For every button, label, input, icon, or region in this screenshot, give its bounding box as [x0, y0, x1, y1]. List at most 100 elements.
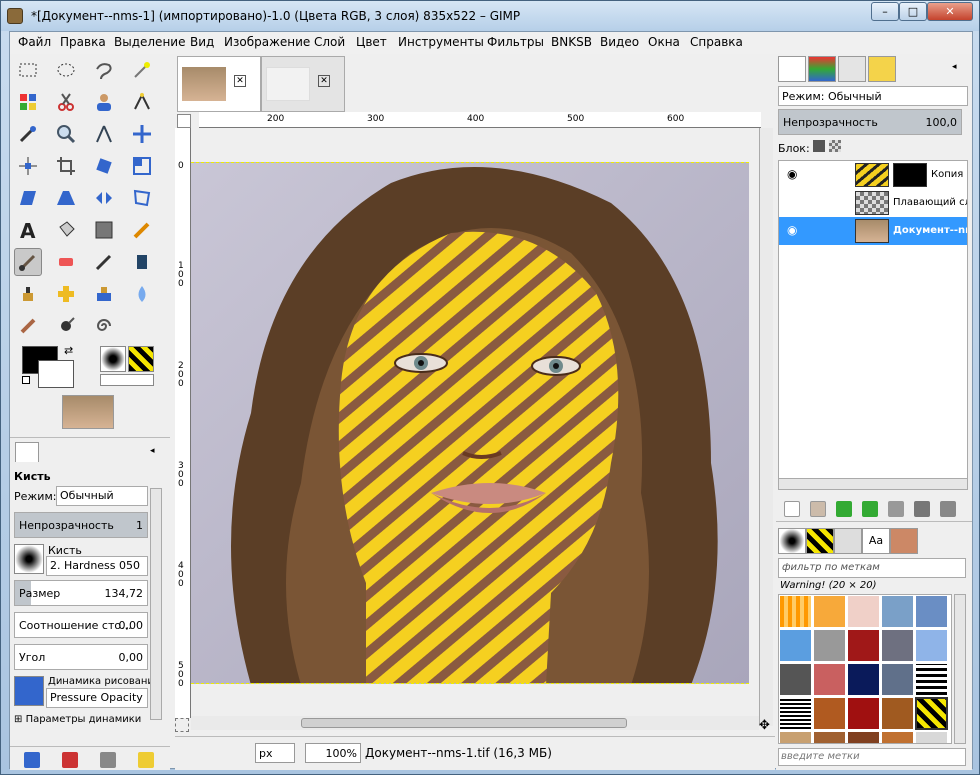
delete-preset-icon[interactable]: [100, 752, 116, 768]
menu-edit[interactable]: Правка: [60, 35, 106, 49]
cage-transform-icon[interactable]: [128, 184, 156, 212]
swap-colors-icon[interactable]: ⇄: [64, 344, 73, 357]
restore-preset-icon[interactable]: [62, 752, 78, 768]
menu-tools[interactable]: Инструменты: [398, 35, 484, 49]
menu-windows[interactable]: Окна: [648, 35, 680, 49]
visibility-eye-icon[interactable]: ◉: [787, 223, 797, 237]
blend-icon[interactable]: [90, 216, 118, 244]
menu-select[interactable]: Выделение: [114, 35, 185, 49]
pattern-swatch[interactable]: [779, 697, 812, 730]
heal-icon[interactable]: [52, 280, 80, 308]
quick-mask-corner-icon[interactable]: [177, 114, 191, 128]
bucket-fill-icon[interactable]: [52, 216, 80, 244]
pattern-swatch[interactable]: [847, 697, 880, 730]
lock-alpha-icon[interactable]: [828, 140, 841, 152]
close-tab-icon[interactable]: ✕: [318, 75, 330, 87]
perspective-icon[interactable]: [52, 184, 80, 212]
flip-icon[interactable]: [90, 184, 118, 212]
close-button[interactable]: ✕: [927, 2, 973, 21]
tool-options-scrollbar[interactable]: [150, 488, 162, 720]
pattern-swatch[interactable]: [847, 731, 880, 743]
measure-icon[interactable]: [90, 120, 118, 148]
pattern-swatch[interactable]: [881, 731, 914, 743]
pattern-swatch[interactable]: [847, 663, 880, 696]
tag-filter-select[interactable]: фильтр по меткам: [778, 558, 966, 578]
lasso-icon[interactable]: [90, 56, 118, 84]
aspect-ratio-slider[interactable]: Соотношение сто... 0,00: [14, 612, 148, 638]
fuzzy-select-icon[interactable]: [128, 56, 156, 84]
pattern-swatch[interactable]: [915, 663, 948, 696]
lower-layer-icon[interactable]: [862, 501, 878, 517]
layer-row-selected[interactable]: ◉ Документ--nms: [779, 217, 967, 245]
pattern-swatch[interactable]: [813, 663, 846, 696]
dynamics-select[interactable]: Pressure Opacity: [46, 688, 148, 708]
color-select-icon[interactable]: [14, 88, 42, 116]
new-layer-group-icon[interactable]: [810, 501, 826, 517]
crop-icon[interactable]: [52, 152, 80, 180]
menu-file[interactable]: Файл: [18, 35, 51, 49]
align-icon[interactable]: [14, 152, 42, 180]
rect-select-icon[interactable]: [14, 56, 42, 84]
unit-select[interactable]: px: [255, 743, 295, 763]
eraser-icon[interactable]: [52, 248, 80, 276]
shear-icon[interactable]: [14, 184, 42, 212]
perspective-clone-icon[interactable]: [90, 280, 118, 308]
navigation-icon[interactable]: ✥: [759, 718, 770, 733]
mode-select[interactable]: Обычный: [56, 486, 148, 506]
pattern-swatch-selected[interactable]: [915, 697, 948, 730]
pattern-swatch[interactable]: [813, 731, 846, 743]
zoom-field[interactable]: 100%: [305, 743, 361, 763]
menu-filters[interactable]: Фильтры: [487, 35, 544, 49]
image-tab-second[interactable]: ✕: [261, 56, 345, 112]
brushes-tab[interactable]: [778, 528, 806, 554]
dodge-burn-icon[interactable]: [52, 312, 80, 340]
title-bar[interactable]: *[Документ--nms-1] (импортировано)-1.0 (…: [1, 1, 979, 31]
pattern-swatch[interactable]: [847, 595, 880, 628]
pattern-swatch[interactable]: [813, 629, 846, 662]
menu-bnksb[interactable]: BNKSB: [551, 35, 592, 49]
ellipse-select-icon[interactable]: [52, 56, 80, 84]
layers-tab[interactable]: [778, 56, 806, 82]
image-tab-active[interactable]: ✕: [177, 56, 261, 112]
blur-icon[interactable]: [128, 280, 156, 308]
menu-image[interactable]: Изображение: [224, 35, 310, 49]
close-tab-icon[interactable]: ✕: [234, 75, 246, 87]
active-brush-preview[interactable]: [100, 346, 126, 372]
panel-menu-icon[interactable]: ◂: [150, 446, 155, 456]
ink-icon[interactable]: [128, 248, 156, 276]
scissors-icon[interactable]: [52, 88, 80, 116]
image-canvas[interactable]: [191, 162, 749, 684]
reset-colors-icon[interactable]: [22, 376, 30, 384]
lock-pixels-icon[interactable]: [813, 140, 826, 152]
gradients-tab[interactable]: [834, 528, 862, 554]
pattern-swatch[interactable]: [881, 697, 914, 730]
tool-options-tab[interactable]: [15, 442, 39, 462]
minimize-button[interactable]: –: [871, 2, 899, 21]
layer-mode-select[interactable]: Режим: Обычный: [778, 86, 968, 106]
pattern-swatch[interactable]: [881, 595, 914, 628]
color-picker-icon[interactable]: [14, 120, 42, 148]
new-layer-icon[interactable]: [784, 501, 800, 517]
pattern-swatch[interactable]: [779, 595, 812, 628]
active-gradient-preview[interactable]: [100, 374, 154, 386]
zoom-icon[interactable]: [52, 120, 80, 148]
brush-select[interactable]: 2. Hardness 050: [46, 556, 148, 576]
menu-video[interactable]: Видео: [600, 35, 639, 49]
pattern-swatch[interactable]: [779, 731, 812, 743]
pattern-swatch[interactable]: [881, 663, 914, 696]
angle-slider[interactable]: Угол 0,00: [14, 644, 148, 670]
spiral-icon[interactable]: [90, 312, 118, 340]
menu-help[interactable]: Справка: [690, 35, 743, 49]
opacity-slider[interactable]: Непрозрачность 1: [14, 512, 148, 538]
dynamics-options-expander[interactable]: ⊞ Параметры динамики: [14, 714, 141, 725]
pattern-swatch[interactable]: [779, 629, 812, 662]
paths-tab[interactable]: [838, 56, 866, 82]
save-preset-icon[interactable]: [24, 752, 40, 768]
horizontal-scrollbar[interactable]: [191, 716, 759, 730]
tag-input[interactable]: введите метки: [778, 748, 966, 766]
pattern-swatch[interactable]: [915, 629, 948, 662]
rotate-icon[interactable]: [90, 152, 118, 180]
visibility-eye-icon[interactable]: ◉: [787, 167, 797, 181]
layer-row[interactable]: Плавающий сло: [779, 189, 967, 217]
paths-icon[interactable]: [128, 88, 156, 116]
